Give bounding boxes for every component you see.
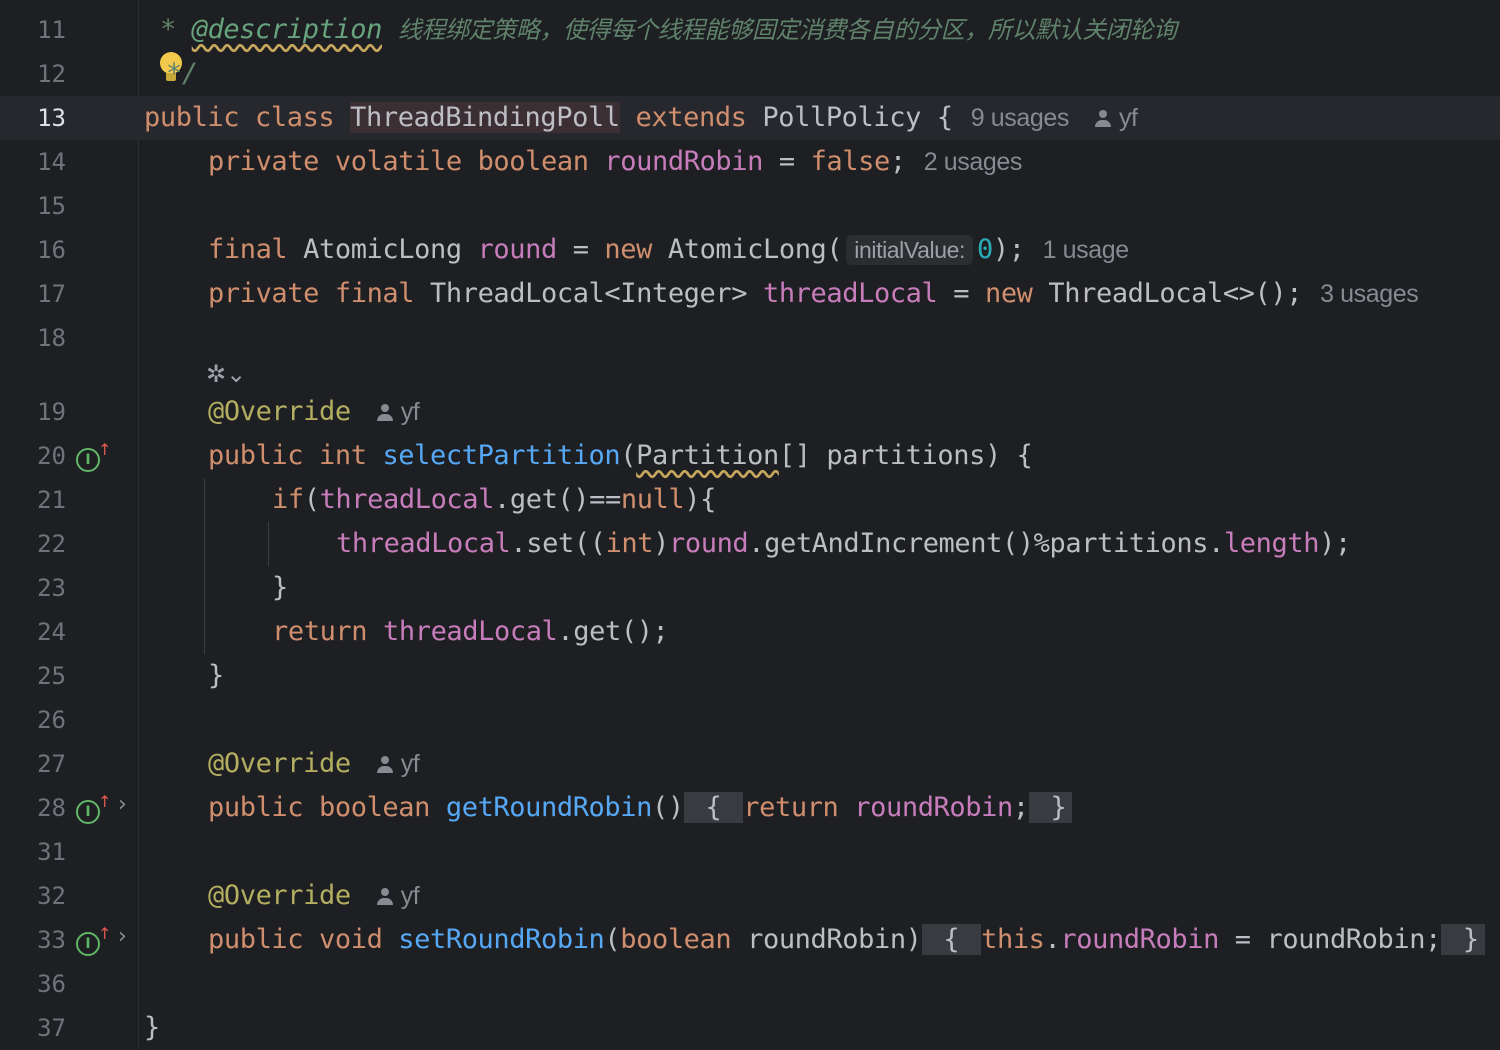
author-hint[interactable]: yf — [376, 882, 420, 910]
line-number[interactable]: 11 — [14, 8, 66, 52]
author-hint[interactable]: yf — [1094, 104, 1138, 132]
line-number[interactable]: 21 — [14, 478, 66, 522]
chevron-down-icon[interactable]: ⌄ — [226, 360, 246, 388]
folded-region[interactable]: } — [1440, 924, 1485, 955]
person-icon — [376, 888, 393, 906]
code-line-37[interactable]: } — [144, 1006, 160, 1050]
person-icon — [376, 404, 393, 422]
line-number[interactable]: 19 — [14, 390, 66, 434]
code-line-32[interactable]: @Override yf — [208, 874, 420, 918]
code-line-12[interactable]: */ — [166, 52, 198, 96]
code-line-20[interactable]: public int selectPartition(Partition[] p… — [208, 434, 1033, 478]
override-method-icon[interactable]: I↑ — [76, 792, 111, 824]
line-number[interactable]: 32 — [14, 874, 66, 918]
usages-hint[interactable]: 2 usages — [924, 140, 1023, 184]
class-name: ThreadBindingPoll — [350, 102, 620, 133]
line-number[interactable]: 22 — [14, 522, 66, 566]
code-line-28[interactable]: public boolean getRoundRobin() { return … — [208, 786, 1073, 830]
code-line-27[interactable]: @Override yf — [208, 742, 420, 786]
parameter-name-hint: initialValue: — [846, 235, 974, 265]
code-line-33[interactable]: public void setRoundRobin(boolean roundR… — [208, 918, 1485, 962]
code-line-17[interactable]: private final ThreadLocal<Integer> threa… — [208, 272, 1419, 316]
fold-expand-chevron-icon[interactable]: › — [118, 792, 127, 817]
code-line-16[interactable]: final AtomicLong round = new AtomicLong(… — [208, 228, 1129, 272]
folded-region[interactable]: { — [921, 924, 982, 955]
line-number[interactable]: 37 — [14, 1006, 66, 1050]
line-number[interactable]: 20 — [14, 434, 66, 478]
override-method-icon[interactable]: I↑ — [76, 924, 111, 956]
line-number[interactable]: 33 — [14, 918, 66, 962]
indent-guide — [268, 522, 269, 566]
code-line-22[interactable]: threadLocal.set((int)round.getAndIncreme… — [336, 522, 1351, 566]
line-number[interactable]: 25 — [14, 654, 66, 698]
line-number[interactable]: 16 — [14, 228, 66, 272]
code-line-23[interactable]: } — [272, 566, 288, 610]
line-number[interactable]: 24 — [14, 610, 66, 654]
code-line-19[interactable]: @Override yf — [208, 390, 420, 434]
line-number[interactable]: 18 — [14, 316, 66, 360]
line-number[interactable]: 15 — [14, 184, 66, 228]
code-line-13[interactable]: public class ThreadBindingPoll extends P… — [144, 96, 1138, 140]
person-icon — [376, 756, 393, 774]
author-hint[interactable]: yf — [376, 750, 420, 778]
line-number[interactable]: 28 — [14, 786, 66, 830]
indent-guide — [204, 478, 205, 654]
line-number[interactable]: 31 — [14, 830, 66, 874]
line-number[interactable]: 12 — [14, 52, 66, 96]
line-number[interactable]: 14 — [14, 140, 66, 184]
author-hint[interactable]: yf — [376, 398, 420, 426]
person-icon — [1094, 110, 1111, 128]
folded-region[interactable]: } — [1028, 792, 1073, 823]
code-line-21[interactable]: if(threadLocal.get()==null){ — [272, 478, 716, 522]
line-number[interactable]: 26 — [14, 698, 66, 742]
line-number[interactable]: 36 — [14, 962, 66, 1006]
usages-hint[interactable]: 9 usages — [971, 96, 1070, 140]
override-method-icon[interactable]: I↑ — [76, 440, 111, 472]
line-number[interactable]: 27 — [14, 742, 66, 786]
line-number[interactable]: 17 — [14, 272, 66, 316]
usages-hint[interactable]: 3 usages — [1320, 272, 1419, 316]
ai-assistant-icon[interactable]: ✲⌄ — [206, 360, 246, 388]
code-line-25[interactable]: } — [208, 654, 224, 698]
usages-hint[interactable]: 1 usage — [1043, 228, 1130, 272]
code-line-14[interactable]: private volatile boolean roundRobin = fa… — [208, 140, 1022, 184]
code-line-11[interactable]: * @description 线程绑定策略，使得每个线程能够固定消费各自的分区，… — [160, 8, 1177, 52]
fold-expand-chevron-icon[interactable]: › — [118, 924, 127, 949]
folded-region[interactable]: { — [683, 792, 744, 823]
line-number-active[interactable]: 13 — [14, 96, 66, 140]
code-line-24[interactable]: return threadLocal.get(); — [272, 610, 669, 654]
line-number[interactable]: 23 — [14, 566, 66, 610]
